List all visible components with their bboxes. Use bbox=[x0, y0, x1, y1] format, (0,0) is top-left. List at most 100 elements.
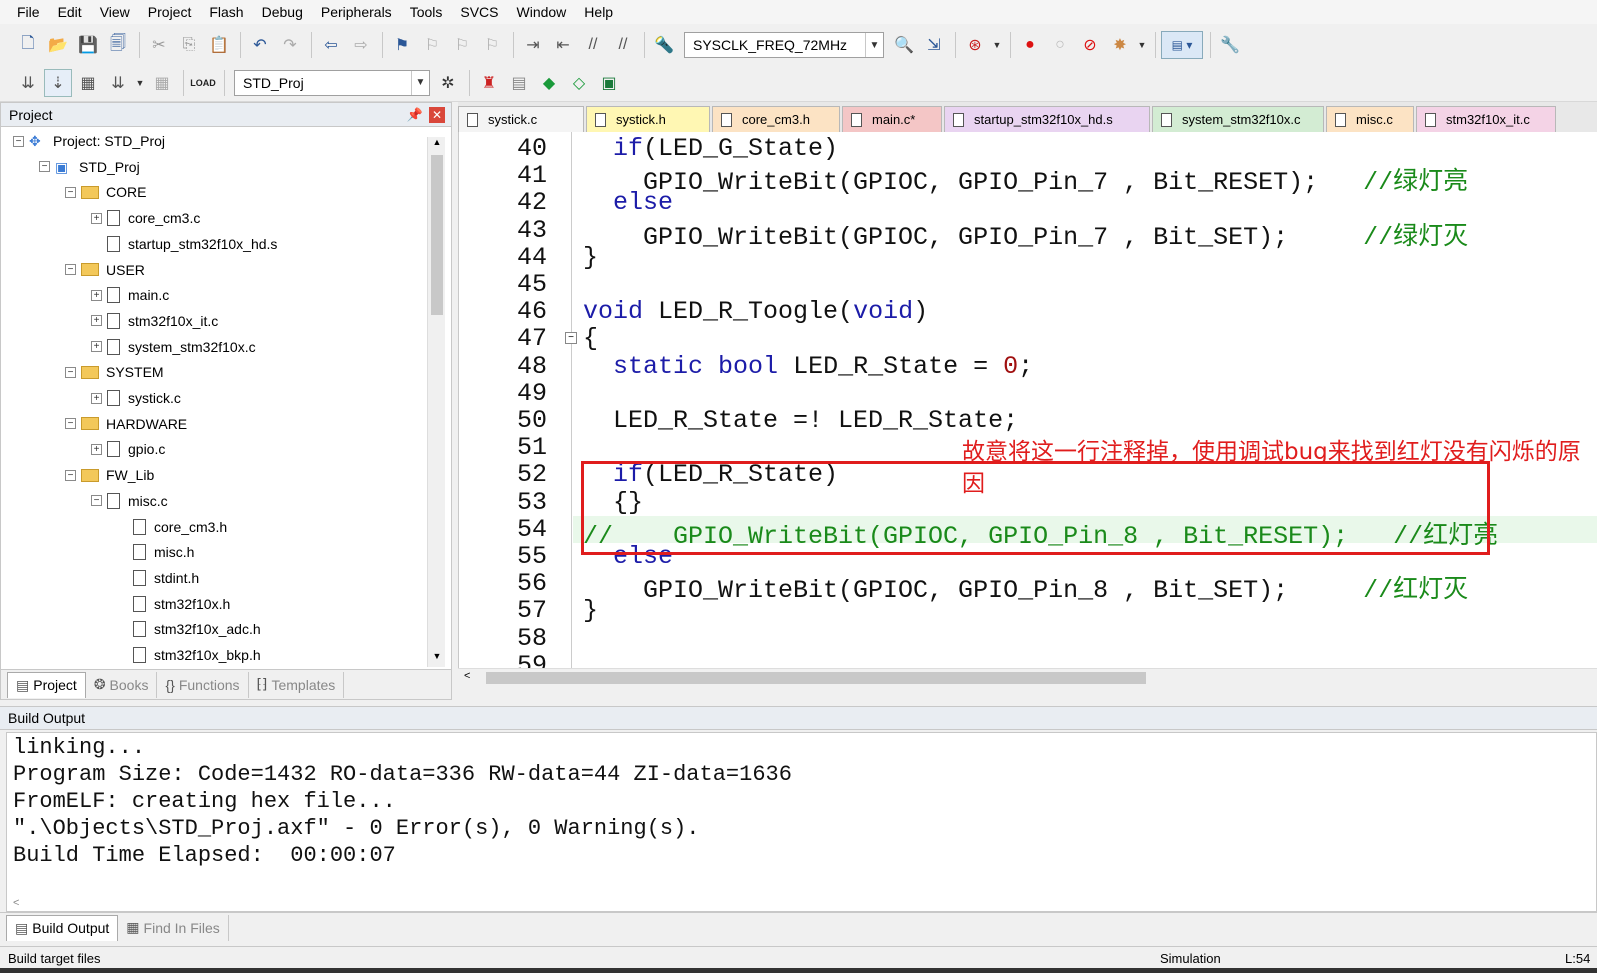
chevron-down-icon[interactable]: ▼ bbox=[1136, 31, 1148, 59]
manage-rte-icon[interactable]: ◆ bbox=[535, 69, 563, 97]
indent-icon[interactable]: ⇥ bbox=[519, 31, 547, 59]
select-packs-icon[interactable]: ◇ bbox=[565, 69, 593, 97]
tree-item[interactable]: core_cm3.h bbox=[117, 515, 227, 539]
menu-window[interactable]: Window bbox=[508, 0, 576, 24]
find-icon[interactable]: 🔍 bbox=[890, 31, 918, 59]
new-file-icon[interactable]: 🗋 bbox=[14, 31, 42, 59]
tree-item[interactable]: − SYSTEM bbox=[65, 360, 164, 384]
collapse-icon[interactable]: − bbox=[65, 186, 76, 198]
scroll-left-icon[interactable]: < bbox=[464, 670, 470, 682]
expand-icon[interactable]: + bbox=[91, 289, 102, 301]
tree-item[interactable]: + systick.c bbox=[91, 386, 181, 410]
batch-build-icon[interactable]: ⇊ bbox=[104, 69, 132, 97]
tree-item[interactable]: + system_stm32f10x.c bbox=[91, 335, 256, 359]
enable-breakpoint-icon[interactable]: ○ bbox=[1046, 31, 1074, 59]
collapse-icon[interactable]: − bbox=[65, 418, 76, 430]
redo-icon[interactable]: ↷ bbox=[276, 31, 304, 59]
chevron-down-icon[interactable]: ▼ bbox=[991, 31, 1003, 59]
menu-file[interactable]: File bbox=[8, 0, 49, 24]
window-layout-icon[interactable]: ▤ ▾ bbox=[1161, 31, 1203, 59]
menu-peripherals[interactable]: Peripherals bbox=[312, 0, 401, 24]
define-combo[interactable]: SYSCLK_FREQ_72MHz ▼ bbox=[684, 32, 884, 58]
save-all-icon[interactable]: 🗐 bbox=[104, 31, 132, 59]
editor-tab[interactable]: core_cm3.h bbox=[712, 106, 840, 132]
tree-item[interactable]: − ▣ STD_Proj bbox=[39, 155, 140, 179]
menu-view[interactable]: View bbox=[91, 0, 139, 24]
close-icon[interactable]: ✕ bbox=[429, 106, 445, 123]
menu-project[interactable]: Project bbox=[139, 0, 201, 24]
comment-icon[interactable]: // bbox=[579, 31, 607, 59]
editor-tab[interactable]: system_stm32f10x.c bbox=[1152, 106, 1324, 132]
unindent-icon[interactable]: ⇤ bbox=[549, 31, 577, 59]
tab-project[interactable]: ▤ Project bbox=[7, 671, 86, 698]
kill-breakpoints-icon[interactable]: ✸ bbox=[1106, 31, 1134, 59]
collapse-icon[interactable]: − bbox=[65, 366, 76, 378]
bookmark-icon[interactable]: ⚑ bbox=[388, 31, 416, 59]
chevron-down-icon[interactable]: ▼ bbox=[134, 69, 146, 97]
tree-item[interactable]: − ✥ Project: STD_Proj bbox=[13, 129, 165, 153]
tab-build-output[interactable]: ▤ Build Output bbox=[6, 914, 119, 941]
expand-icon[interactable]: + bbox=[91, 315, 102, 327]
tab-functions[interactable]: {} Functions bbox=[157, 671, 249, 698]
prev-bookmark-icon[interactable]: ⚐ bbox=[418, 31, 446, 59]
project-tree-scrollbar[interactable]: ▲ ▼ bbox=[427, 137, 445, 667]
expand-icon[interactable]: + bbox=[91, 212, 102, 224]
tree-item[interactable]: stdint.h bbox=[117, 566, 199, 590]
save-icon[interactable]: 💾 bbox=[74, 31, 102, 59]
tree-item[interactable]: stm32f10x_adc.h bbox=[117, 617, 261, 641]
pack-installer-icon[interactable]: ▣ bbox=[595, 69, 623, 97]
menu-tools[interactable]: Tools bbox=[401, 0, 452, 24]
clear-bookmarks-icon[interactable]: ⚐ bbox=[478, 31, 506, 59]
tree-item[interactable]: startup_stm32f10x_hd.s bbox=[91, 232, 277, 256]
expand-icon[interactable]: + bbox=[91, 443, 102, 455]
translate-icon[interactable]: ⇊ bbox=[14, 69, 42, 97]
cut-icon[interactable]: ✂ bbox=[145, 31, 173, 59]
collapse-icon[interactable]: − bbox=[39, 161, 50, 173]
target-options-icon[interactable]: ✲ bbox=[434, 69, 462, 97]
tree-item[interactable]: stm32f10x.h bbox=[117, 592, 230, 616]
chevron-down-icon[interactable]: ▼ bbox=[865, 33, 883, 57]
paste-icon[interactable]: 📋 bbox=[205, 31, 233, 59]
menu-debug[interactable]: Debug bbox=[253, 0, 312, 24]
undo-icon[interactable]: ↶ bbox=[246, 31, 274, 59]
tab-books[interactable]: ❂ Books bbox=[86, 671, 158, 698]
editor-tab[interactable]: main.c* bbox=[842, 106, 942, 132]
code-editor[interactable]: 40 if(LED_G_State) 41 GPIO_WriteBit(GPIOC… bbox=[458, 132, 1597, 668]
collapse-icon[interactable]: − bbox=[65, 264, 76, 275]
find-in-files-icon[interactable]: 🔦 bbox=[650, 31, 678, 59]
scrollbar-thumb[interactable] bbox=[486, 672, 1146, 684]
insert-breakpoint-icon[interactable]: ● bbox=[1016, 31, 1044, 59]
tree-item[interactable]: + gpio.c bbox=[91, 437, 165, 461]
editor-tab[interactable]: misc.c bbox=[1326, 106, 1414, 132]
menu-flash[interactable]: Flash bbox=[200, 0, 252, 24]
editor-tab[interactable]: systick.h bbox=[586, 106, 710, 132]
file-extensions-icon[interactable]: ▤ bbox=[505, 69, 533, 97]
scroll-down-icon[interactable]: ▼ bbox=[428, 651, 446, 667]
next-bookmark-icon[interactable]: ⚐ bbox=[448, 31, 476, 59]
tree-item[interactable]: − USER bbox=[65, 258, 145, 282]
tree-item[interactable]: + main.c bbox=[91, 283, 169, 307]
fold-icon[interactable]: − bbox=[565, 332, 577, 345]
menu-help[interactable]: Help bbox=[575, 0, 622, 24]
collapse-icon[interactable]: − bbox=[13, 135, 24, 147]
scroll-up-icon[interactable]: ▲ bbox=[428, 137, 446, 153]
tab-templates[interactable]: ⁅⁆ Templates bbox=[249, 671, 345, 698]
open-file-icon[interactable]: 📂 bbox=[44, 31, 72, 59]
uncomment-icon[interactable]: // bbox=[609, 31, 637, 59]
target-combo[interactable]: STD_Proj ▼ bbox=[234, 69, 430, 96]
scrollbar-thumb[interactable] bbox=[431, 155, 443, 315]
tree-item[interactable]: − FW_Lib bbox=[65, 463, 154, 487]
tree-item[interactable]: + core_cm3.c bbox=[91, 206, 200, 230]
build-output-pane[interactable]: < linking... Program Size: Code=1432 RO-d… bbox=[6, 732, 1597, 912]
tree-item[interactable]: stm32f10x_bkp.h bbox=[117, 643, 261, 667]
scroll-left-icon[interactable]: < bbox=[13, 897, 19, 909]
editor-tab[interactable]: systick.c bbox=[458, 106, 584, 132]
editor-horizontal-scrollbar[interactable]: < bbox=[458, 668, 1597, 686]
menu-edit[interactable]: Edit bbox=[49, 0, 91, 24]
expand-icon[interactable]: + bbox=[91, 392, 102, 404]
tree-item[interactable]: − CORE bbox=[65, 180, 146, 204]
navigate-forward-icon[interactable]: ⇨ bbox=[347, 31, 375, 59]
build-icon[interactable]: ⇣ bbox=[44, 68, 72, 97]
chevron-down-icon[interactable]: ▼ bbox=[411, 70, 429, 95]
disable-breakpoints-icon[interactable]: ⊘ bbox=[1076, 31, 1104, 59]
